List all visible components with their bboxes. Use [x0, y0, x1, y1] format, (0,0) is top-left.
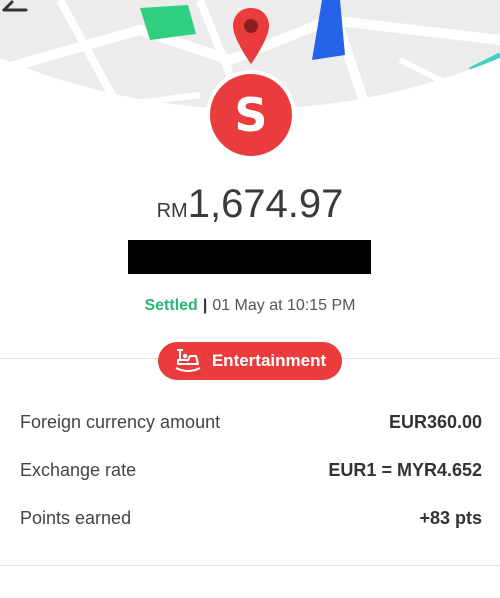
category-label: Entertainment — [211, 351, 327, 370]
detail-value: EUR360.00 — [388, 411, 482, 432]
detail-value: EUR1 = MYR4.652 — [328, 459, 482, 480]
transaction-details: Foreign currency amount EUR360.00 Exchan… — [20, 398, 482, 542]
transaction-datetime: 01 May at 10:15 PM — [212, 297, 356, 314]
detail-label: Points earned — [20, 507, 132, 528]
detail-label: Exchange rate — [20, 459, 137, 480]
merchant-avatar: S — [206, 70, 296, 160]
transaction-status: Settled | 01 May at 10:15 PM — [0, 297, 500, 315]
detail-label: Foreign currency amount — [20, 411, 221, 432]
detail-row-points: Points earned +83 pts — [20, 494, 482, 542]
bottom-divider — [0, 565, 500, 566]
status-badge: Settled — [144, 297, 198, 314]
amount-value: 1,674.97 — [187, 182, 344, 226]
location-pin-icon — [233, 8, 269, 64]
redacted-merchant-name — [128, 240, 371, 274]
back-arrow-icon[interactable] — [0, 0, 28, 20]
transaction-amount: RM1,674.97 — [0, 182, 500, 227]
detail-value: +83 pts — [419, 507, 482, 528]
category-chip[interactable]: Entertainment — [158, 342, 342, 380]
detail-row-exchange-rate: Exchange rate EUR1 = MYR4.652 — [20, 446, 482, 494]
currency-code: RM — [156, 200, 188, 222]
detail-row-foreign-amount: Foreign currency amount EUR360.00 — [20, 398, 482, 446]
status-separator: | — [202, 297, 208, 314]
bumper-car-icon — [175, 349, 201, 372]
merchant-avatar-letter: S — [234, 88, 268, 142]
